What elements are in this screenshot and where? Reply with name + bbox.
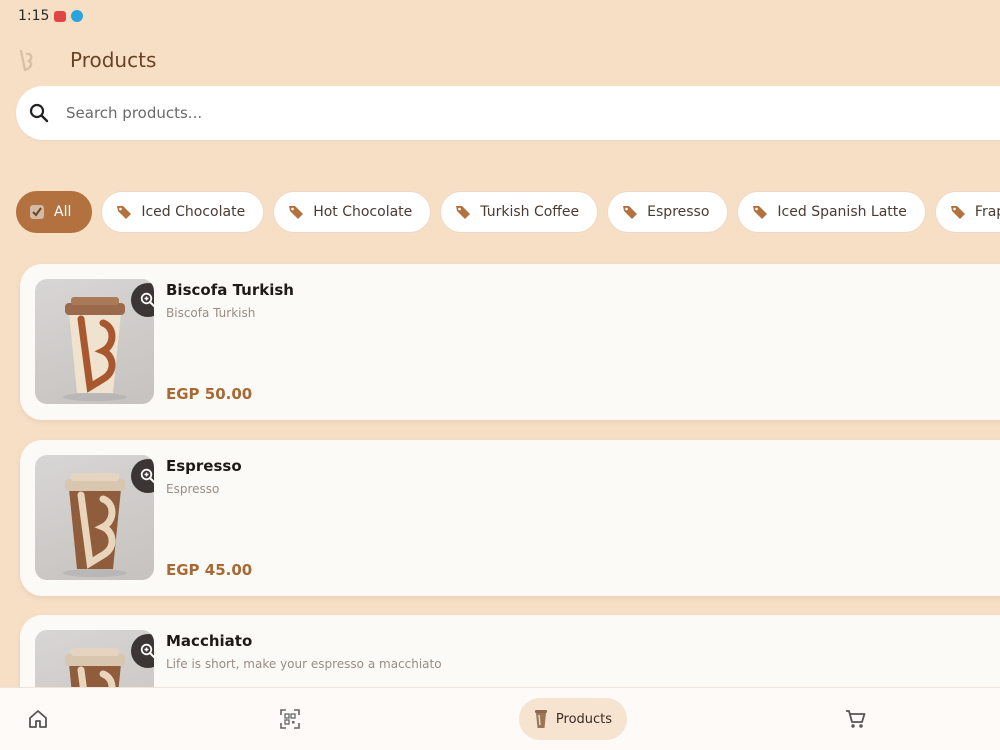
product-image[interactable] (35, 279, 154, 404)
product-card[interactable]: Biscofa Turkish Biscofa Turkish EGP 50.0… (20, 264, 1000, 420)
search-bar[interactable] (16, 86, 1000, 140)
notification-app-icon (54, 10, 67, 22)
category-chip-iced-chocolate[interactable]: Iced Chocolate (101, 191, 265, 233)
tag-icon (753, 206, 768, 219)
product-description: Espresso (166, 482, 220, 496)
coffee-cup-icon (534, 710, 547, 728)
category-chip-espresso[interactable]: Espresso (607, 191, 729, 233)
chip-label: Espresso (647, 204, 710, 220)
search-input[interactable] (66, 86, 966, 140)
nav-products-label: Products (555, 711, 613, 727)
chip-label: Hot Chocolate (313, 204, 413, 220)
tag-icon (456, 206, 471, 219)
category-chip-all[interactable]: All (16, 191, 93, 233)
page-title: Products (70, 48, 157, 72)
product-name: Espresso (166, 457, 242, 475)
brand-logo-icon (19, 49, 33, 72)
search-icon (29, 103, 49, 123)
status-bar: 1:15 (0, 0, 1000, 32)
zoom-in-icon (140, 643, 154, 659)
nav-products-button[interactable]: Products (519, 698, 627, 740)
product-card[interactable]: Espresso Espresso EGP 45.00 (20, 440, 1000, 596)
category-chip-iced-spanish-latte[interactable]: Iced Spanish Latte (737, 191, 926, 233)
app-bar: Products (0, 36, 1000, 84)
chip-label: Iced Spanish Latte (777, 204, 907, 220)
category-chip-turkish-coffee[interactable]: Turkish Coffee (440, 191, 599, 233)
chip-label: Turkish Coffee (480, 204, 580, 220)
category-chip-frap[interactable]: Frap (934, 191, 1000, 233)
chip-label: Iced Chocolate (141, 204, 246, 220)
product-name: Biscofa Turkish (166, 281, 294, 299)
status-time: 1:15 (18, 8, 50, 24)
product-price: EGP 50.00 (166, 385, 253, 403)
product-description: Life is short, make your espresso a macc… (166, 657, 442, 671)
product-price: EGP 45.00 (166, 561, 253, 579)
zoom-in-icon (140, 292, 154, 308)
tag-icon (623, 206, 638, 219)
zoom-in-icon (140, 468, 154, 484)
product-image[interactable] (35, 455, 154, 580)
tag-icon (117, 206, 132, 219)
home-icon[interactable] (27, 708, 49, 730)
chip-label: Frap (974, 204, 1000, 220)
category-chip-hot-chocolate[interactable]: Hot Chocolate (273, 191, 432, 233)
bottom-navigation: Products (0, 687, 1000, 750)
category-filter-chips: All Iced Chocolate Hot Chocolate Turkish… (16, 191, 1000, 233)
cart-icon[interactable] (845, 708, 867, 730)
telegram-icon (71, 10, 84, 22)
tag-icon (289, 206, 304, 219)
all-categories-icon (30, 205, 44, 219)
product-name: Macchiato (166, 632, 253, 650)
product-description: Biscofa Turkish (166, 306, 256, 320)
chip-label: All (54, 204, 72, 220)
qr-scan-icon[interactable] (279, 708, 301, 730)
tag-icon (950, 206, 965, 219)
